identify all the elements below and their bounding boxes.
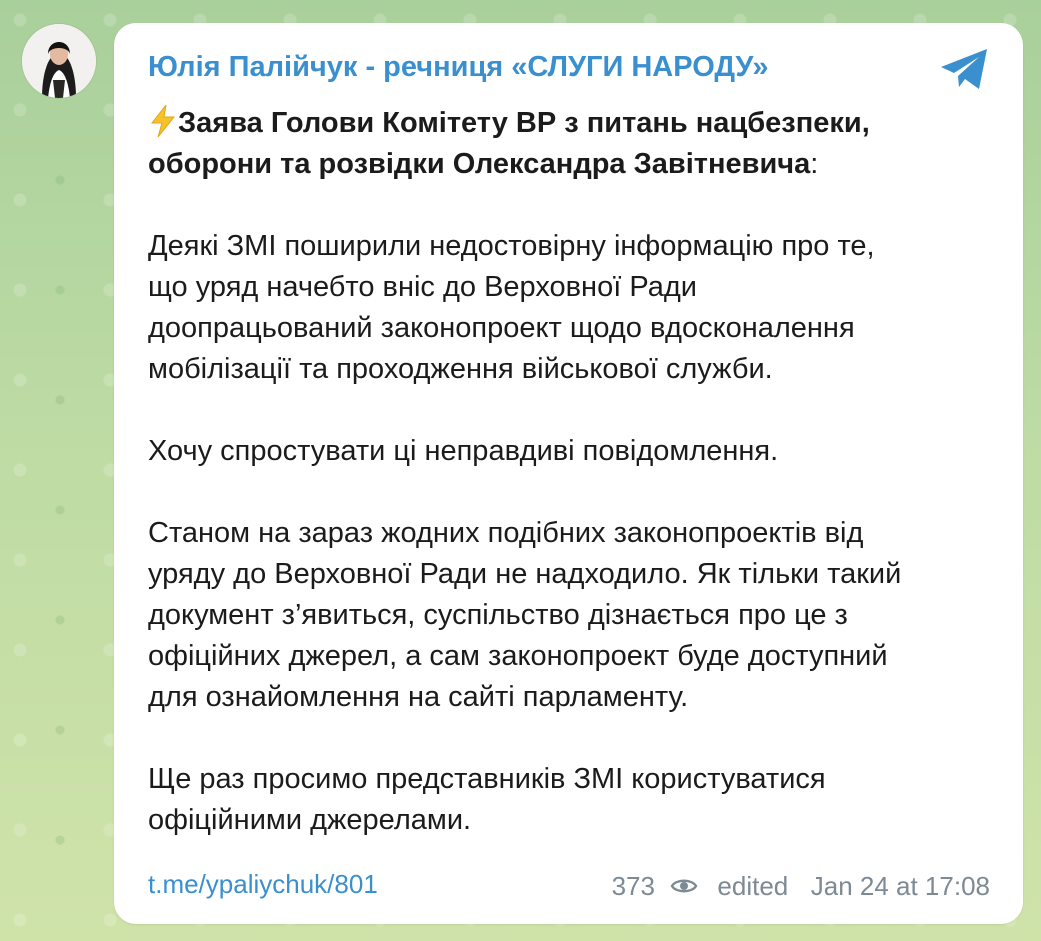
message-footer: t.me/ypaliychuk/801 373 edited Jan 24 at… [148,866,990,902]
channel-avatar[interactable] [22,24,96,98]
message-card: Юлія Палійчук - речниця «СЛУГИ НАРОДУ» З… [114,23,1023,924]
text-line: Деякі ЗМІ поширили недостовірну інформац… [148,230,875,262]
message-paragraph: Станом на зараз жодних подібних законопр… [148,513,998,718]
headline-suffix: : [810,148,819,180]
lightning-emoji-icon [150,104,176,138]
telegram-plane-icon[interactable] [939,45,991,93]
text-line: доопрацьований законопроект щодо вдоскон… [148,312,855,344]
message-paragraph: Хочу спростувати ці неправдиві повідомле… [148,431,998,472]
avatar-photo-icon [22,24,96,98]
message-meta: 373 edited Jan 24 at 17:08 [612,866,990,904]
text-line: для ознайомлення на сайті парламенту. [148,681,689,713]
text-line: Ще раз просимо представників ЗМІ користу… [148,763,826,795]
message-headline: Заява Голови Комітету ВР з питань нацбез… [148,103,998,185]
text-line: Хочу спростувати ці неправдиві повідомле… [148,435,779,467]
text-line: Станом на зараз жодних подібних законопр… [148,517,864,549]
text-line: офіційних джерел, а сам законопроект буд… [148,640,888,672]
text-line: офіційними джерелами. [148,804,472,836]
channel-name[interactable]: Юлія Палійчук - речниця «СЛУГИ НАРОДУ» [148,51,768,84]
text-line: що уряд начебто вніс до Верховної Ради [148,271,697,303]
message-paragraph: Деякі ЗМІ поширили недостовірну інформац… [148,226,998,390]
message-timestamp: Jan 24 at 17:08 [810,871,990,902]
edited-label: edited [717,871,789,902]
message-text: Заява Голови Комітету ВР з питань нацбез… [148,103,998,841]
message-paragraph: Ще раз просимо представників ЗМІ користу… [148,759,998,841]
post-link[interactable]: t.me/ypaliychuk/801 [148,866,378,902]
text-line: мобілізації та проходження військової сл… [148,353,773,385]
headline-bold-text: Заява Голови Комітету ВР з питань нацбез… [148,107,870,180]
text-line: документ з’явиться, суспільство дізнаєть… [148,599,848,631]
eye-icon [670,879,698,893]
view-count: 373 [611,871,655,902]
text-line: уряду до Верховної Ради не надходило. Як… [148,558,902,590]
